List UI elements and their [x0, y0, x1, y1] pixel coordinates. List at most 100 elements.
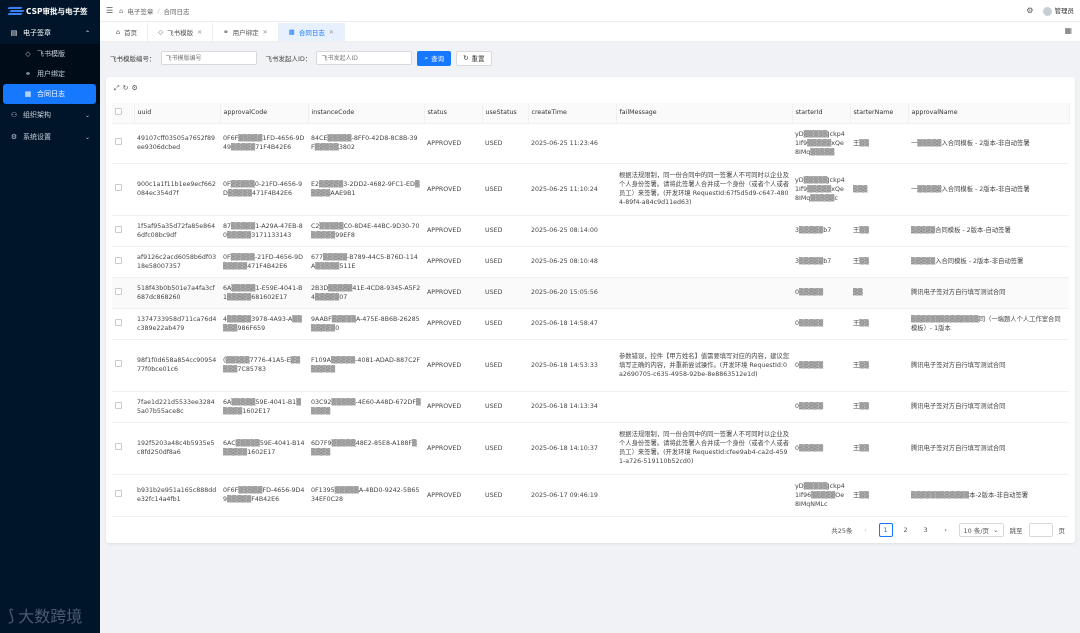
table-row[interactable]: af9126c2acd6058b6df0318e58007357 0F▒▒▒▒▒-…	[112, 246, 1069, 278]
cell-approvalname: 腾讯电子签对方自行填写测试合同	[908, 422, 1069, 475]
cell-status: APPROVED	[424, 308, 482, 340]
sidebar-item-contract-log[interactable]: ▦ 合同日志	[3, 84, 96, 104]
page-2[interactable]: 2	[899, 523, 913, 537]
cell-uuid: b931b2e951a165c888dde32fc14a4fb1	[134, 474, 220, 517]
user-name: 管理员	[1054, 7, 1075, 16]
table-row[interactable]: 1f5af95a35d72fa85e8646dfc08bc9df 87▒▒▒▒▒1…	[112, 215, 1069, 247]
sidebar-item-feishu-template[interactable]: ◇ 飞书模版	[0, 44, 100, 64]
template-code-input[interactable]	[160, 51, 257, 65]
cell-startername: ▒▒	[850, 277, 908, 309]
row-checkbox[interactable]	[115, 184, 122, 191]
cell-createtime: 2025-06-17 09:46:19	[528, 474, 616, 517]
table-row[interactable]: 1374733958d711ca76d4c389e22ab479 4▒▒▒▒▒39…	[112, 308, 1069, 340]
table-toolbar: ⤢ ↻ ⚙	[114, 84, 138, 93]
cell-instancecode: E2▒▒▒▒▒3-2DD2-4682-9FC1-ED▒▒▒▒▒AAE9B1	[308, 163, 424, 216]
user-link-icon: ⚭	[25, 70, 31, 78]
avatar	[1043, 6, 1053, 16]
cell-failmessage	[616, 391, 792, 423]
row-checkbox[interactable]	[115, 138, 122, 145]
search-button[interactable]: ⌕ 查询	[417, 50, 452, 66]
cell-failmessage: 参数错误，控件【甲方姓名】值需要填写对应的内容，建议您填写正确的内容，并重新尝试…	[616, 339, 792, 392]
user-menu[interactable]: 管理员	[1043, 5, 1074, 16]
grid-icon: ▦	[24, 90, 32, 98]
cell-failmessage	[616, 308, 792, 340]
page-1[interactable]: 1	[878, 523, 893, 537]
tab-contract-log[interactable]: ▦ 合同日志 ✕	[278, 23, 345, 41]
row-select-cell[interactable]	[112, 474, 134, 517]
row-select-cell[interactable]	[112, 339, 134, 392]
row-select-cell[interactable]	[112, 277, 134, 309]
reload-icon[interactable]: ↻	[123, 84, 129, 93]
row-select-cell[interactable]	[112, 391, 134, 423]
contract-log-table: uuid approvalCode instanceCode status useSta…	[112, 103, 1070, 517]
prev-page-icon[interactable]: ‹	[859, 523, 873, 537]
cell-approvalcode: 0F▒▒▒▒▒0-21FD-4656-9D▒▒▒▒▒471F4B42E6	[220, 163, 308, 216]
row-checkbox[interactable]	[115, 256, 122, 264]
row-checkbox[interactable]	[115, 225, 122, 233]
table-row[interactable]: 900c1a1f11b1ee9ecf662084ec354d7f 0F▒▒▒▒▒0…	[112, 163, 1069, 216]
cell-failmessage	[616, 277, 792, 309]
top-bar: ☰ ⌂ 电子签章 / 合同日志 ⚙ 管理员	[100, 0, 1080, 22]
sidebar-item-user-binding[interactable]: ⚭ 用户绑定	[0, 64, 100, 84]
page-3[interactable]: 3	[919, 523, 933, 537]
table-row[interactable]: 518f43b0b501e7a4fa3cf687dc868260 6A▒▒▒▒▒1…	[112, 277, 1069, 309]
reset-button[interactable]: ↻ 重置	[456, 50, 492, 66]
starter-id-input[interactable]	[316, 51, 413, 65]
row-select-cell[interactable]	[112, 163, 134, 216]
tab-feishu-template[interactable]: ◇ 飞书模版 ✕	[148, 23, 214, 41]
team-icon: ⚇	[10, 111, 18, 119]
row-select-cell[interactable]	[112, 215, 134, 247]
menu-group-esign[interactable]: ▤ 电子签章 ⌃	[0, 22, 100, 44]
table-row[interactable]: 98f1f0d658a854cc9095477f0bce01c6 (▒▒▒▒▒77…	[112, 339, 1069, 392]
row-checkbox[interactable]	[115, 443, 122, 450]
cell-uuid: 1f5af95a35d72fa85e8646dfc08bc9df	[134, 215, 220, 247]
grid-icon: ▦	[288, 28, 295, 36]
cell-startername: 王▒▒	[850, 422, 908, 475]
tab-user-binding[interactable]: ⚭ 用户绑定 ✕	[213, 23, 279, 41]
cell-starterid: 0▒▒▒▒▒	[792, 277, 850, 309]
table-row[interactable]: b931b2e951a165c888dde32fc14a4fb1 0F6F▒▒▒▒…	[112, 474, 1069, 517]
fullscreen-icon[interactable]: ⤢	[114, 84, 120, 93]
breadcrumb-item[interactable]: 电子签章	[127, 6, 153, 16]
table-row[interactable]: 7fae1d221d5533ee32845a07b55ace8c 6A▒▒▒▒▒5…	[112, 391, 1069, 423]
cell-usestatus: USED	[482, 163, 528, 216]
row-checkbox[interactable]	[115, 318, 122, 326]
select-all-checkbox[interactable]	[115, 107, 122, 115]
select-all-cell[interactable]	[112, 103, 135, 124]
tab-home[interactable]: ⌂ 首页	[106, 23, 149, 41]
menu-toggle-icon[interactable]: ☰	[106, 6, 113, 15]
apps-grid-icon[interactable]: ▦	[1064, 26, 1072, 35]
page-size-select[interactable]: 10 条/页 ⌄	[958, 523, 1004, 537]
home-icon[interactable]: ⌂	[119, 7, 123, 15]
column-settings-icon[interactable]: ⚙	[131, 84, 137, 93]
jump-label: 跳至	[1009, 527, 1023, 535]
row-select-cell[interactable]	[112, 422, 134, 475]
row-checkbox[interactable]	[115, 401, 122, 409]
menu-group-settings[interactable]: ⚙ 系统设置 ⌄	[0, 126, 100, 148]
close-icon[interactable]: ✕	[197, 29, 202, 36]
cell-startername: 王▒▒	[850, 215, 908, 247]
jump-input[interactable]	[1028, 523, 1053, 537]
table-row[interactable]: 192f5203a48c4b5935e5c8fd250df8a6 6AC▒▒▒▒▒…	[112, 422, 1069, 475]
row-checkbox[interactable]	[115, 360, 122, 367]
row-select-cell[interactable]	[112, 246, 134, 278]
cell-approvalname: ▒▒▒▒▒合同模板 - 2版本-自动签署	[908, 215, 1069, 247]
cell-createtime: 2025-06-25 08:10:48	[528, 246, 616, 278]
row-checkbox[interactable]	[115, 490, 122, 497]
close-icon[interactable]: ✕	[263, 29, 268, 36]
table-row[interactable]: 49107cff03505a7652f89ee9306dcbed 0F6F▒▒▒▒…	[112, 123, 1069, 164]
cell-failmessage	[616, 246, 792, 278]
user-link-icon: ⚭	[223, 28, 229, 36]
cell-approvalcode: 0F6F▒▒▒▒▒1FD-4656-9D49▒▒▒▒▒71F4B42E6	[220, 123, 308, 164]
settings-icon[interactable]: ⚙	[1026, 6, 1033, 15]
cell-instancecode: F109A▒▒▒▒▒-4081-ADAD-887C2F▒▒▒▒▒	[308, 339, 424, 392]
menu-group-org[interactable]: ⚇ 组织架构 ⌄	[0, 104, 100, 126]
close-icon[interactable]: ✕	[329, 29, 334, 36]
row-select-cell[interactable]	[112, 123, 134, 164]
breadcrumb-separator: /	[157, 6, 160, 15]
next-page-icon[interactable]: ›	[939, 523, 953, 537]
row-select-cell[interactable]	[112, 308, 134, 340]
row-checkbox[interactable]	[115, 287, 122, 295]
cell-uuid: 98f1f0d658a854cc9095477f0bce01c6	[134, 339, 220, 392]
app-logo[interactable]: CSP审批与电子签	[0, 0, 100, 22]
